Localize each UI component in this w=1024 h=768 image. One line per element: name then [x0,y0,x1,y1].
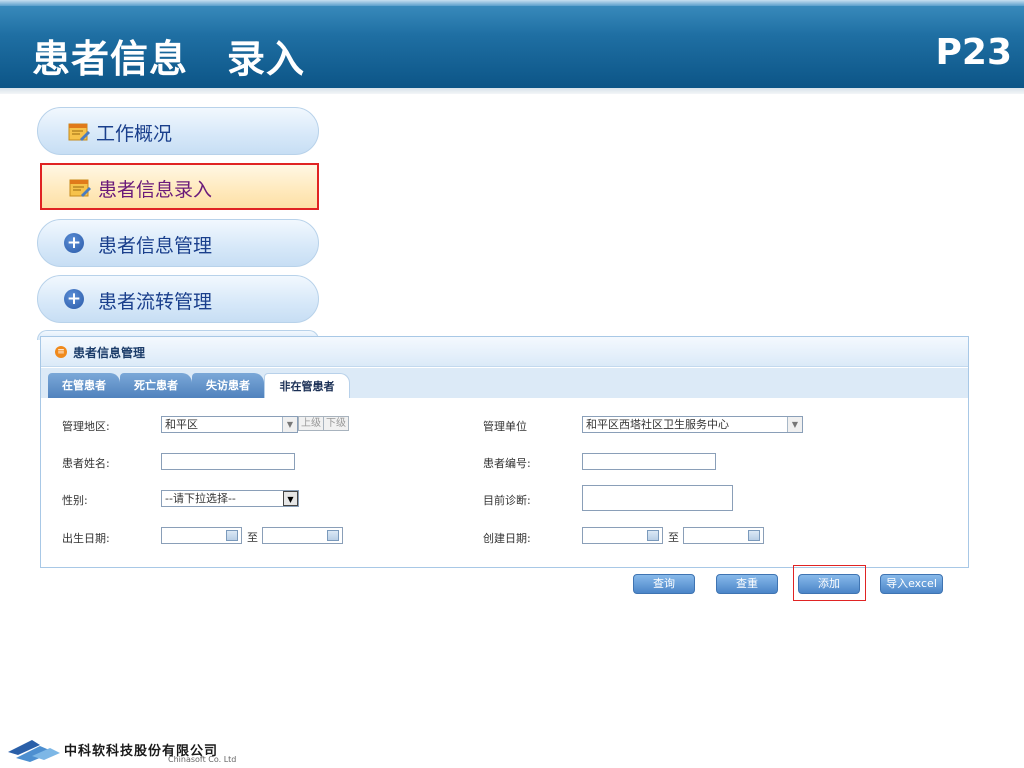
unit-select[interactable]: 和平区西塔社区卫生服务中心 ▼ [582,416,803,433]
unit-value: 和平区西塔社区卫生服务中心 [586,418,729,431]
panel-header: ≡ 患者信息管理 [41,337,968,367]
slide: 患者信息 录入 P23 工作概况 患者信息录入 + 患者信息管理 + 患者流转管… [0,0,1024,768]
header-top-line [0,0,1024,6]
unit-label: 管理单位 [483,420,527,433]
note-edit-icon [69,179,91,197]
create-date-label: 创建日期: [483,532,531,545]
patient-code-label: 患者编号: [483,457,531,470]
plus-circle-icon: + [64,233,84,253]
range-separator: 至 [668,531,679,544]
panel-bullet-icon: ≡ [55,346,67,358]
search-form: 管理地区: 和平区 ▼ 上级 下级 管理单位 和平区西塔社区卫生服务中心 ▼ 患… [41,399,968,567]
menu-item-label: 患者流转管理 [98,291,213,313]
level-down-button[interactable]: 下级 [323,416,349,431]
calendar-icon[interactable] [327,530,339,541]
menu-item-patient-entry[interactable]: 患者信息录入 [40,163,319,210]
create-date-from-input[interactable] [582,527,663,544]
query-button[interactable]: 查询 [633,574,695,594]
note-edit-icon [68,123,90,141]
tab-lost-patients[interactable]: 失访患者 [192,373,264,398]
company-name-en: Chinasoft Co. Ltd [168,755,237,764]
patient-name-input[interactable] [161,453,295,470]
reset-button[interactable]: 查重 [716,574,778,594]
chevron-down-icon: ▼ [282,417,297,432]
diagnosis-label: 目前诊断: [483,494,531,507]
panel-title: 患者信息管理 [73,346,146,360]
menu-item-label: 工作概况 [96,123,173,145]
calendar-icon[interactable] [647,530,659,541]
menu-item-patient-transfer[interactable]: + 患者流转管理 [37,275,319,323]
gender-select[interactable]: --请下拉选择-- ▼ [161,490,299,507]
slide-title: 患者信息 录入 [32,37,306,81]
region-select[interactable]: 和平区 ▼ [161,416,298,433]
plus-circle-icon: + [64,289,84,309]
tab-bar: 在管患者 死亡患者 失访患者 非在管患者 [41,368,968,398]
patient-management-panel: ≡ 患者信息管理 在管患者 死亡患者 失访患者 非在管患者 管理地区: 和平区 … [40,336,969,568]
slide-header: 患者信息 录入 P23 [0,0,1024,88]
calendar-icon[interactable] [226,530,238,541]
tab-deceased-patients[interactable]: 死亡患者 [120,373,192,398]
birth-date-from-input[interactable] [161,527,242,544]
calendar-icon[interactable] [748,530,760,541]
page-number: P23 [935,32,1012,73]
menu-item-label: 患者信息管理 [98,235,213,257]
tab-inactive-patients[interactable]: 非在管患者 [264,373,350,398]
menu-item-patient-management[interactable]: + 患者信息管理 [37,219,319,267]
range-separator: 至 [247,531,258,544]
gender-value: --请下拉选择-- [165,492,236,505]
chevron-down-icon: ▼ [283,491,298,506]
level-up-button[interactable]: 上级 [298,416,324,431]
diagnosis-input[interactable] [582,485,733,511]
region-label: 管理地区: [62,420,110,433]
gender-label: 性别: [62,494,88,507]
chevron-down-icon: ▼ [787,417,802,432]
birth-date-to-input[interactable] [262,527,343,544]
header-bottom-line [0,88,1024,94]
tab-active-patients[interactable]: 在管患者 [48,373,120,398]
patient-code-input[interactable] [582,453,716,470]
region-value: 和平区 [165,418,198,431]
menu-item-label: 患者信息录入 [98,179,213,201]
import-excel-button[interactable]: 导入excel [880,574,943,594]
birth-date-label: 出生日期: [62,532,110,545]
menu-item-work-overview[interactable]: 工作概况 [37,107,319,155]
patient-name-label: 患者姓名: [62,457,110,470]
add-button[interactable]: 添加 [798,574,860,594]
create-date-to-input[interactable] [683,527,764,544]
company-logo-icon [8,740,60,762]
